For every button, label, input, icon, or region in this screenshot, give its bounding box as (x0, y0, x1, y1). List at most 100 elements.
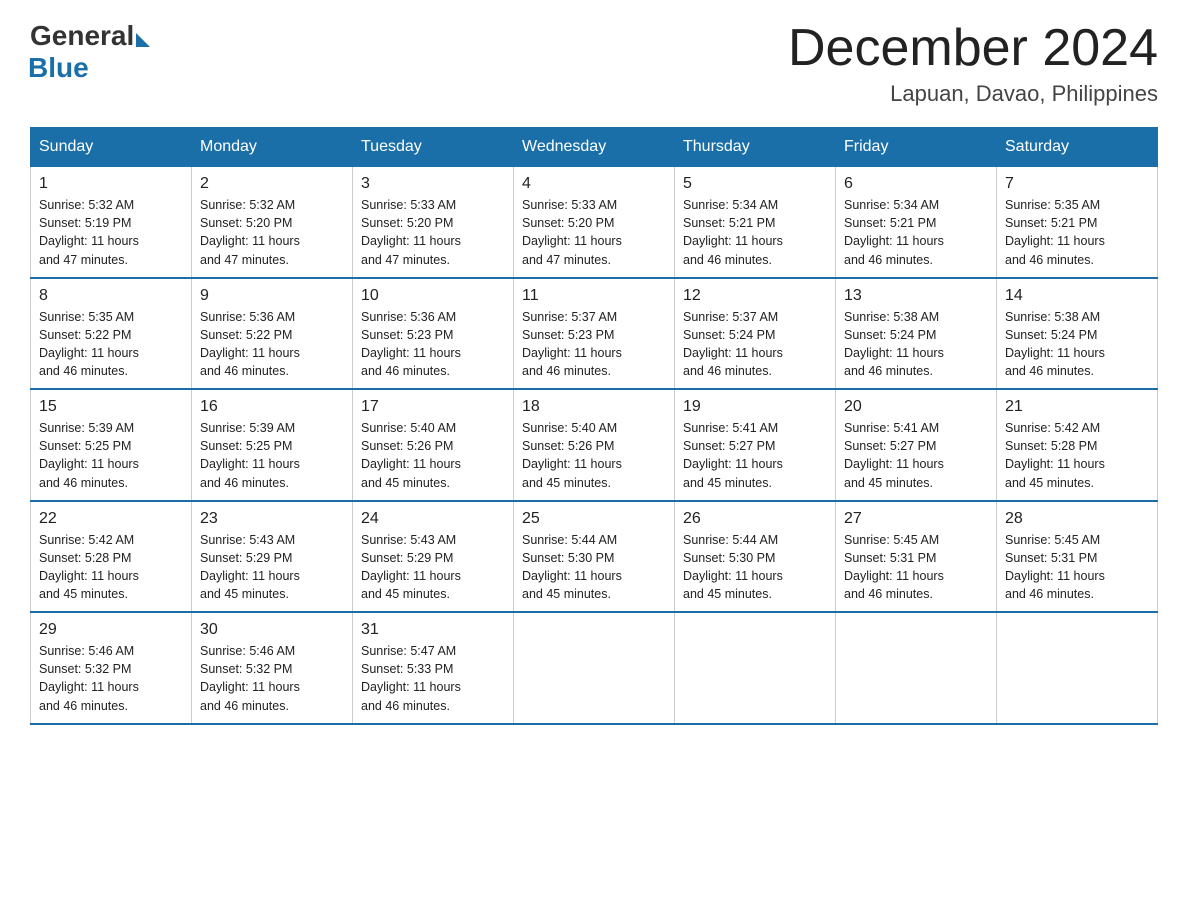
day-info: Sunrise: 5:41 AM Sunset: 5:27 PM Dayligh… (844, 419, 988, 492)
calendar-header-row: SundayMondayTuesdayWednesdayThursdayFrid… (31, 128, 1158, 167)
day-info: Sunrise: 5:34 AM Sunset: 5:21 PM Dayligh… (844, 196, 988, 269)
calendar-cell: 29 Sunrise: 5:46 AM Sunset: 5:32 PM Dayl… (31, 612, 192, 724)
day-number: 7 (1005, 175, 1149, 193)
day-info: Sunrise: 5:39 AM Sunset: 5:25 PM Dayligh… (200, 419, 344, 492)
logo-triangle-icon (136, 33, 150, 47)
day-header-friday: Friday (836, 128, 997, 167)
calendar-cell: 12 Sunrise: 5:37 AM Sunset: 5:24 PM Dayl… (675, 278, 836, 390)
day-number: 18 (522, 398, 666, 416)
calendar-week-row: 1 Sunrise: 5:32 AM Sunset: 5:19 PM Dayli… (31, 167, 1158, 278)
day-number: 24 (361, 510, 505, 528)
calendar-cell: 28 Sunrise: 5:45 AM Sunset: 5:31 PM Dayl… (997, 501, 1158, 613)
calendar-week-row: 8 Sunrise: 5:35 AM Sunset: 5:22 PM Dayli… (31, 278, 1158, 390)
day-number: 15 (39, 398, 183, 416)
day-info: Sunrise: 5:43 AM Sunset: 5:29 PM Dayligh… (200, 531, 344, 604)
day-number: 4 (522, 175, 666, 193)
day-info: Sunrise: 5:33 AM Sunset: 5:20 PM Dayligh… (522, 196, 666, 269)
page-header: General Blue December 2024 Lapuan, Davao… (30, 20, 1158, 107)
day-number: 13 (844, 287, 988, 305)
calendar-cell: 23 Sunrise: 5:43 AM Sunset: 5:29 PM Dayl… (192, 501, 353, 613)
day-info: Sunrise: 5:46 AM Sunset: 5:32 PM Dayligh… (39, 642, 183, 715)
day-info: Sunrise: 5:47 AM Sunset: 5:33 PM Dayligh… (361, 642, 505, 715)
day-info: Sunrise: 5:44 AM Sunset: 5:30 PM Dayligh… (522, 531, 666, 604)
day-header-wednesday: Wednesday (514, 128, 675, 167)
calendar-cell: 19 Sunrise: 5:41 AM Sunset: 5:27 PM Dayl… (675, 389, 836, 501)
calendar-cell: 26 Sunrise: 5:44 AM Sunset: 5:30 PM Dayl… (675, 501, 836, 613)
day-number: 30 (200, 621, 344, 639)
day-number: 16 (200, 398, 344, 416)
day-number: 27 (844, 510, 988, 528)
day-info: Sunrise: 5:42 AM Sunset: 5:28 PM Dayligh… (39, 531, 183, 604)
calendar-cell: 8 Sunrise: 5:35 AM Sunset: 5:22 PM Dayli… (31, 278, 192, 390)
calendar-cell: 6 Sunrise: 5:34 AM Sunset: 5:21 PM Dayli… (836, 167, 997, 278)
day-info: Sunrise: 5:40 AM Sunset: 5:26 PM Dayligh… (361, 419, 505, 492)
day-header-thursday: Thursday (675, 128, 836, 167)
calendar-cell: 17 Sunrise: 5:40 AM Sunset: 5:26 PM Dayl… (353, 389, 514, 501)
day-info: Sunrise: 5:33 AM Sunset: 5:20 PM Dayligh… (361, 196, 505, 269)
day-number: 28 (1005, 510, 1149, 528)
calendar-cell (675, 612, 836, 724)
day-info: Sunrise: 5:37 AM Sunset: 5:24 PM Dayligh… (683, 308, 827, 381)
day-number: 11 (522, 287, 666, 305)
day-number: 9 (200, 287, 344, 305)
day-number: 3 (361, 175, 505, 193)
calendar-cell: 22 Sunrise: 5:42 AM Sunset: 5:28 PM Dayl… (31, 501, 192, 613)
calendar-week-row: 15 Sunrise: 5:39 AM Sunset: 5:25 PM Dayl… (31, 389, 1158, 501)
calendar-cell: 13 Sunrise: 5:38 AM Sunset: 5:24 PM Dayl… (836, 278, 997, 390)
day-info: Sunrise: 5:40 AM Sunset: 5:26 PM Dayligh… (522, 419, 666, 492)
location-title: Lapuan, Davao, Philippines (788, 81, 1158, 107)
day-info: Sunrise: 5:38 AM Sunset: 5:24 PM Dayligh… (844, 308, 988, 381)
calendar-week-row: 22 Sunrise: 5:42 AM Sunset: 5:28 PM Dayl… (31, 501, 1158, 613)
calendar-table: SundayMondayTuesdayWednesdayThursdayFrid… (30, 127, 1158, 725)
day-number: 1 (39, 175, 183, 193)
day-number: 21 (1005, 398, 1149, 416)
day-number: 31 (361, 621, 505, 639)
day-info: Sunrise: 5:36 AM Sunset: 5:22 PM Dayligh… (200, 308, 344, 381)
calendar-cell: 2 Sunrise: 5:32 AM Sunset: 5:20 PM Dayli… (192, 167, 353, 278)
day-header-monday: Monday (192, 128, 353, 167)
calendar-cell (514, 612, 675, 724)
day-number: 19 (683, 398, 827, 416)
day-info: Sunrise: 5:38 AM Sunset: 5:24 PM Dayligh… (1005, 308, 1149, 381)
calendar-week-row: 29 Sunrise: 5:46 AM Sunset: 5:32 PM Dayl… (31, 612, 1158, 724)
day-number: 10 (361, 287, 505, 305)
month-title: December 2024 (788, 20, 1158, 77)
calendar-cell: 27 Sunrise: 5:45 AM Sunset: 5:31 PM Dayl… (836, 501, 997, 613)
calendar-cell: 18 Sunrise: 5:40 AM Sunset: 5:26 PM Dayl… (514, 389, 675, 501)
calendar-cell: 3 Sunrise: 5:33 AM Sunset: 5:20 PM Dayli… (353, 167, 514, 278)
day-number: 12 (683, 287, 827, 305)
calendar-cell: 25 Sunrise: 5:44 AM Sunset: 5:30 PM Dayl… (514, 501, 675, 613)
calendar-cell: 21 Sunrise: 5:42 AM Sunset: 5:28 PM Dayl… (997, 389, 1158, 501)
day-info: Sunrise: 5:45 AM Sunset: 5:31 PM Dayligh… (844, 531, 988, 604)
day-number: 17 (361, 398, 505, 416)
day-header-saturday: Saturday (997, 128, 1158, 167)
day-number: 23 (200, 510, 344, 528)
day-info: Sunrise: 5:35 AM Sunset: 5:22 PM Dayligh… (39, 308, 183, 381)
calendar-cell (836, 612, 997, 724)
calendar-cell: 4 Sunrise: 5:33 AM Sunset: 5:20 PM Dayli… (514, 167, 675, 278)
logo-general-text: General (30, 20, 134, 52)
day-info: Sunrise: 5:35 AM Sunset: 5:21 PM Dayligh… (1005, 196, 1149, 269)
day-number: 8 (39, 287, 183, 305)
calendar-cell: 7 Sunrise: 5:35 AM Sunset: 5:21 PM Dayli… (997, 167, 1158, 278)
day-info: Sunrise: 5:34 AM Sunset: 5:21 PM Dayligh… (683, 196, 827, 269)
day-number: 29 (39, 621, 183, 639)
calendar-cell: 1 Sunrise: 5:32 AM Sunset: 5:19 PM Dayli… (31, 167, 192, 278)
calendar-cell: 20 Sunrise: 5:41 AM Sunset: 5:27 PM Dayl… (836, 389, 997, 501)
day-info: Sunrise: 5:44 AM Sunset: 5:30 PM Dayligh… (683, 531, 827, 604)
day-number: 14 (1005, 287, 1149, 305)
day-info: Sunrise: 5:37 AM Sunset: 5:23 PM Dayligh… (522, 308, 666, 381)
day-info: Sunrise: 5:43 AM Sunset: 5:29 PM Dayligh… (361, 531, 505, 604)
day-number: 6 (844, 175, 988, 193)
calendar-cell: 11 Sunrise: 5:37 AM Sunset: 5:23 PM Dayl… (514, 278, 675, 390)
day-number: 22 (39, 510, 183, 528)
day-info: Sunrise: 5:45 AM Sunset: 5:31 PM Dayligh… (1005, 531, 1149, 604)
day-header-sunday: Sunday (31, 128, 192, 167)
day-info: Sunrise: 5:39 AM Sunset: 5:25 PM Dayligh… (39, 419, 183, 492)
calendar-cell: 10 Sunrise: 5:36 AM Sunset: 5:23 PM Dayl… (353, 278, 514, 390)
title-section: December 2024 Lapuan, Davao, Philippines (788, 20, 1158, 107)
day-number: 5 (683, 175, 827, 193)
day-info: Sunrise: 5:32 AM Sunset: 5:20 PM Dayligh… (200, 196, 344, 269)
calendar-cell: 9 Sunrise: 5:36 AM Sunset: 5:22 PM Dayli… (192, 278, 353, 390)
calendar-cell: 15 Sunrise: 5:39 AM Sunset: 5:25 PM Dayl… (31, 389, 192, 501)
